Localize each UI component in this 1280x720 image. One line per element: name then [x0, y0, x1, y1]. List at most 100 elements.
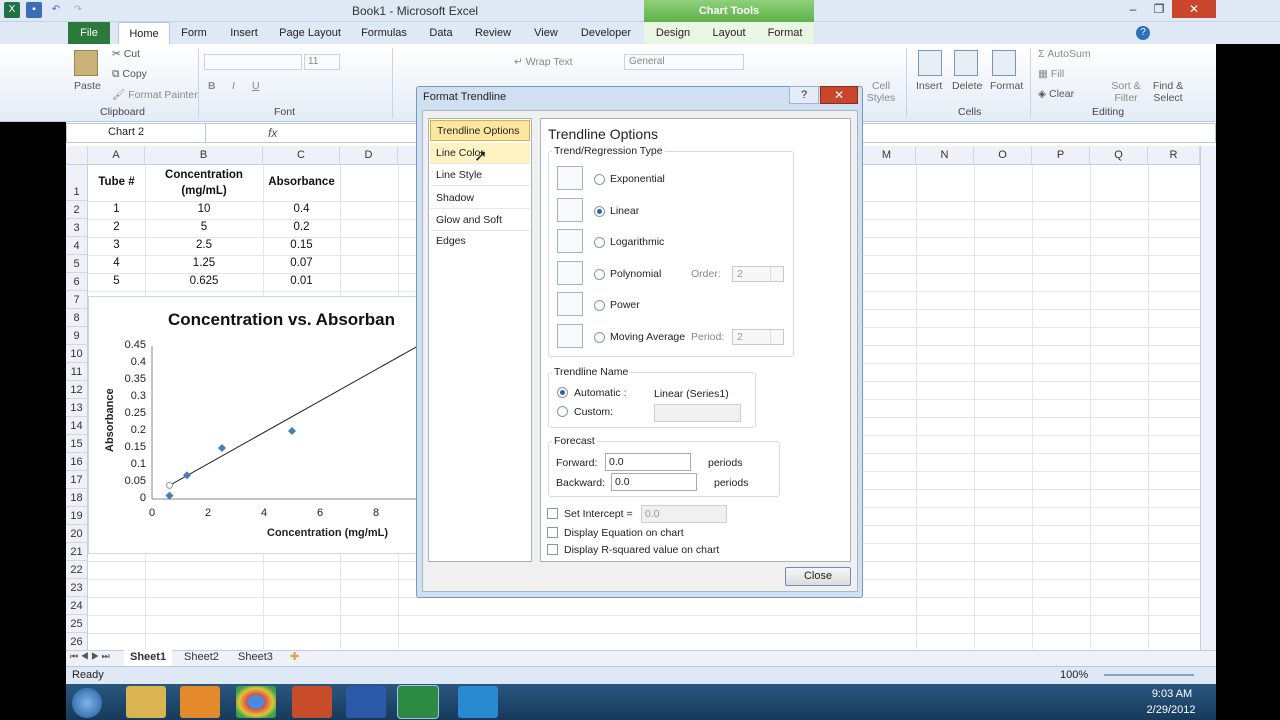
word-icon[interactable]: [346, 686, 386, 718]
backward-input[interactable]: 0.0: [611, 473, 697, 491]
nav-line-style[interactable]: Line Style: [430, 165, 530, 186]
column-header-a[interactable]: A: [88, 146, 145, 165]
tab-format[interactable]: Format: [762, 22, 808, 44]
tab-developer[interactable]: Developer: [576, 22, 636, 44]
row-header[interactable]: 6: [66, 273, 88, 291]
tab-page-layout[interactable]: Page Layout: [276, 22, 344, 44]
clock-date[interactable]: 2/29/2012: [1142, 704, 1200, 716]
table-cell[interactable]: 3: [88, 239, 145, 251]
row-header[interactable]: 24: [66, 597, 88, 615]
restore-button[interactable]: ❐: [1146, 0, 1172, 18]
row-header[interactable]: 17: [66, 471, 88, 489]
internet-explorer-icon[interactable]: [458, 686, 498, 718]
row-header[interactable]: 7: [66, 291, 88, 309]
linear-trend-icon[interactable]: [557, 197, 583, 222]
tab-data[interactable]: Data: [422, 22, 460, 44]
table-cell[interactable]: 4: [88, 257, 145, 269]
table-cell[interactable]: 0.15: [263, 239, 340, 251]
row-header[interactable]: 5: [66, 255, 88, 273]
table-cell[interactable]: 1: [88, 203, 145, 215]
table-cell[interactable]: 2.5: [145, 239, 263, 251]
moving-average-radio[interactable]: [594, 331, 605, 343]
close-button[interactable]: Close: [785, 567, 851, 586]
table-cell[interactable]: 0.01: [263, 275, 340, 287]
row-header[interactable]: 23: [66, 579, 88, 597]
logarithmic-trend-icon[interactable]: [557, 229, 583, 253]
number-format-dropdown[interactable]: General: [624, 54, 744, 70]
power-trend-icon[interactable]: [557, 292, 583, 316]
paste-label[interactable]: Paste: [74, 80, 101, 92]
forward-input[interactable]: 0.0: [605, 453, 691, 471]
period-spinner[interactable]: 2: [732, 329, 784, 345]
excel-icon[interactable]: X: [4, 2, 20, 18]
cut-button[interactable]: ✂ Cut: [112, 48, 140, 60]
save-icon[interactable]: ▪: [26, 2, 42, 18]
trendline-handle[interactable]: [166, 481, 173, 489]
sheet-nav-arrows-icon[interactable]: ⏮ ◀ ▶ ⏭: [70, 651, 110, 662]
row-header[interactable]: 3: [66, 219, 88, 237]
undo-icon[interactable]: ↶: [48, 2, 64, 18]
row-header[interactable]: 15: [66, 435, 88, 453]
column-header-c[interactable]: C: [263, 146, 340, 165]
tab-view[interactable]: View: [526, 22, 566, 44]
display-equation-checkbox[interactable]: [547, 527, 558, 538]
row-header[interactable]: 19: [66, 507, 88, 525]
cell-styles-button[interactable]: Cell Styles: [866, 80, 896, 104]
sort-filter-button[interactable]: Sort & Filter: [1108, 80, 1144, 104]
font-size-dropdown[interactable]: 11: [304, 54, 340, 70]
column-header-o[interactable]: O: [974, 146, 1032, 165]
table-cell[interactable]: 2: [88, 221, 145, 233]
tab-review[interactable]: Review: [470, 22, 516, 44]
table-cell[interactable]: 1.25: [145, 257, 263, 269]
data-point[interactable]: [183, 471, 191, 480]
tab-formulas[interactable]: Formulas: [356, 22, 412, 44]
row-header[interactable]: 1: [66, 165, 88, 201]
fill-button[interactable]: ▦ Fill: [1038, 68, 1064, 80]
automatic-radio[interactable]: [557, 387, 568, 398]
sheet-tab-sheet1[interactable]: Sheet1: [124, 650, 173, 666]
nav-shadow[interactable]: Shadow: [430, 188, 530, 209]
tab-design[interactable]: Design: [650, 22, 696, 44]
delete-cells-label[interactable]: Delete: [952, 80, 982, 92]
name-box[interactable]: Chart 2: [66, 123, 206, 143]
tab-form[interactable]: Form: [176, 22, 212, 44]
data-point[interactable]: [218, 444, 226, 452]
column-header-m[interactable]: M: [858, 146, 916, 165]
row-header[interactable]: 18: [66, 489, 88, 507]
linear-radio[interactable]: [594, 205, 605, 217]
find-select-button[interactable]: Find & Select: [1148, 80, 1188, 104]
sheet-tab-sheet3[interactable]: Sheet3: [232, 650, 279, 666]
column-header-r[interactable]: R: [1148, 146, 1200, 165]
data-point[interactable]: [165, 491, 174, 500]
column-header-b[interactable]: B: [145, 146, 263, 165]
table-cell[interactable]: 0.625: [145, 275, 263, 287]
explorer-icon[interactable]: [126, 686, 166, 718]
nav-trendline-options[interactable]: Trendline Options: [430, 120, 530, 141]
powerpoint-icon[interactable]: [292, 686, 332, 718]
italic-button[interactable]: I: [232, 80, 235, 92]
tab-home[interactable]: Home: [118, 22, 170, 44]
copy-button[interactable]: ⧉ Copy: [112, 68, 147, 81]
header-absorbance[interactable]: Absorbance: [263, 176, 340, 188]
insert-sheet-icon[interactable]: ✚: [284, 650, 305, 666]
vertical-scrollbar[interactable]: [1200, 146, 1216, 650]
paste-icon[interactable]: [74, 50, 98, 76]
row-header[interactable]: 20: [66, 525, 88, 543]
intercept-input[interactable]: 0.0: [641, 505, 727, 523]
tab-insert[interactable]: Insert: [222, 22, 266, 44]
row-header[interactable]: 2: [66, 201, 88, 219]
column-header-n[interactable]: N: [916, 146, 974, 165]
row-header[interactable]: 25: [66, 615, 88, 633]
format-cells-label[interactable]: Format: [990, 80, 1023, 92]
exponential-radio[interactable]: [594, 174, 605, 185]
zoom-slider[interactable]: [1104, 674, 1194, 676]
row-header[interactable]: 4: [66, 237, 88, 255]
row-header[interactable]: 14: [66, 417, 88, 435]
table-cell[interactable]: 5: [145, 221, 263, 233]
power-radio[interactable]: [594, 300, 605, 311]
insert-cells-label[interactable]: Insert: [916, 80, 942, 92]
column-header-q[interactable]: Q: [1090, 146, 1148, 165]
delete-cells-icon[interactable]: [954, 50, 978, 76]
trendline[interactable]: [169, 345, 419, 486]
set-intercept-checkbox[interactable]: [547, 508, 558, 519]
